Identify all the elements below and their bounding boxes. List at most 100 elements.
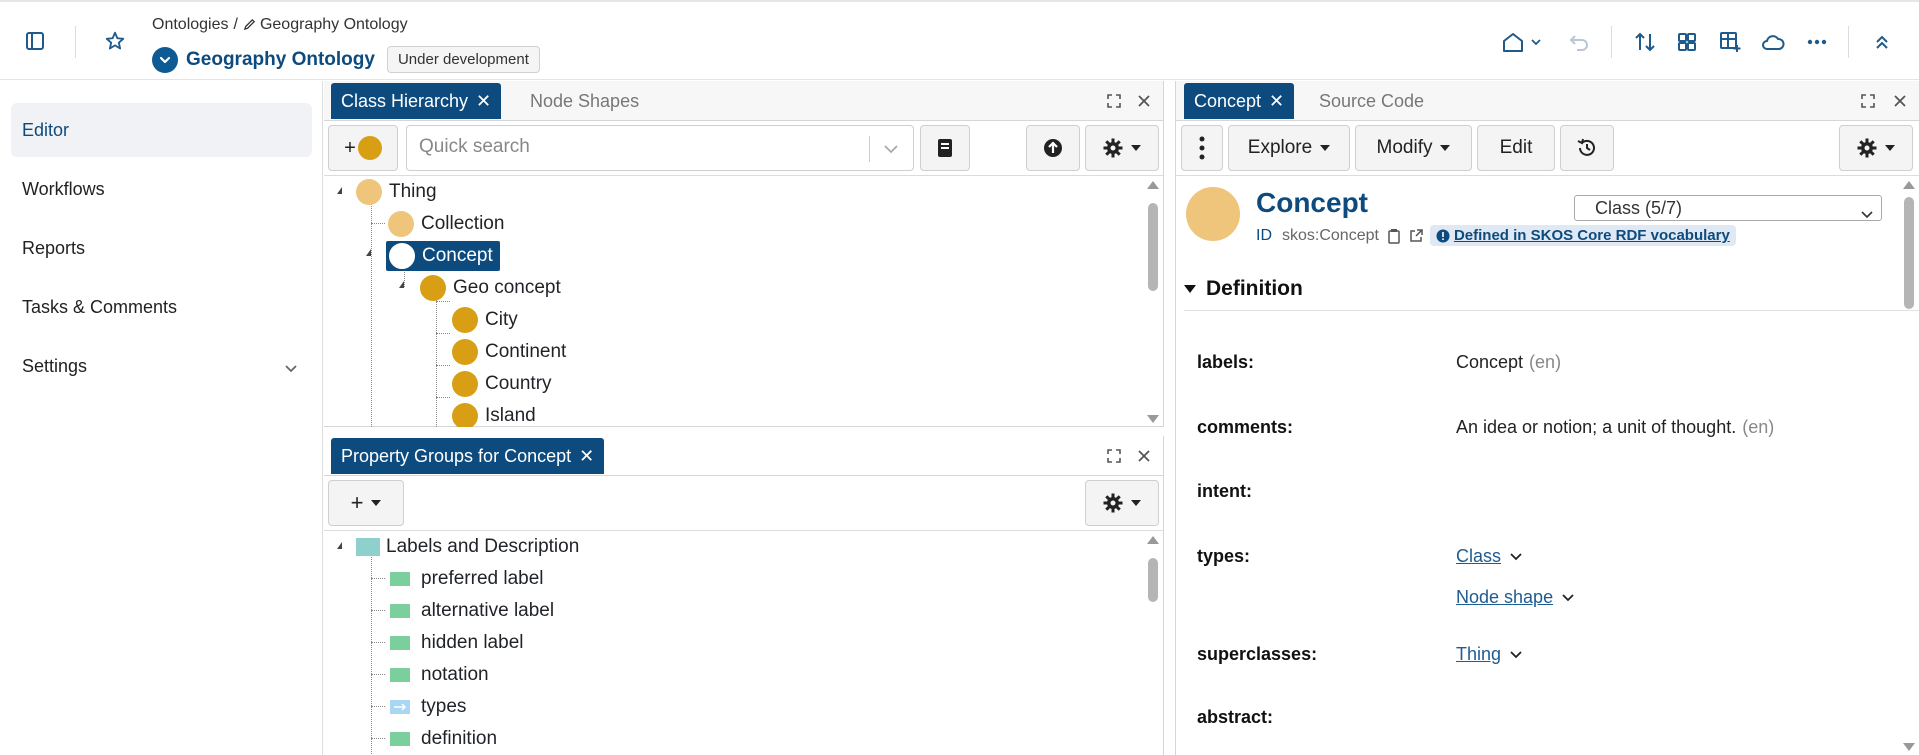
- type-link-class[interactable]: Class: [1456, 546, 1501, 567]
- grid-icon[interactable]: [1675, 30, 1699, 54]
- tree-node-country[interactable]: Country: [452, 371, 555, 397]
- edit-button[interactable]: Edit: [1477, 125, 1555, 171]
- close-icon[interactable]: ✕: [476, 91, 491, 112]
- tree-node-collection[interactable]: Collection: [388, 211, 507, 237]
- tree-node-hidden-label[interactable]: hidden label: [390, 630, 526, 656]
- defined-in-badge[interactable]: Defined in SKOS Core RDF vocabulary: [1429, 225, 1736, 246]
- tree-node-continent[interactable]: Continent: [452, 339, 569, 365]
- chevron-down-icon[interactable]: [1509, 644, 1523, 665]
- settings-button[interactable]: [1085, 125, 1159, 171]
- sidebar-toggle-icon[interactable]: [24, 30, 46, 52]
- more-actions-button[interactable]: [1181, 125, 1223, 171]
- tree-node-label: Island: [485, 405, 536, 426]
- section-definition[interactable]: Definition: [1184, 267, 1919, 311]
- scroll-up-icon[interactable]: [1147, 536, 1159, 544]
- add-class-button[interactable]: +: [328, 125, 398, 171]
- chevron-down-icon[interactable]: [1509, 546, 1523, 567]
- chevron-down-icon[interactable]: [1530, 36, 1542, 48]
- class-select[interactable]: Class (5/7): [1574, 195, 1882, 221]
- sidebar-item-reports[interactable]: Reports: [11, 221, 312, 275]
- undo-icon[interactable]: [1567, 30, 1591, 54]
- tab-class-hierarchy[interactable]: Class Hierarchy ✕: [331, 83, 502, 119]
- external-link-icon[interactable]: [1409, 228, 1424, 243]
- tab-label: Concept: [1194, 90, 1262, 111]
- close-icon[interactable]: [1134, 91, 1154, 111]
- tree-node-concept[interactable]: Concept: [386, 241, 500, 271]
- settings-button[interactable]: [1085, 480, 1159, 526]
- settings-button[interactable]: [1839, 125, 1913, 171]
- scrollbar-thumb[interactable]: [1904, 197, 1914, 309]
- type-link-node-shape[interactable]: Node shape: [1456, 587, 1553, 608]
- sidebar-item-editor[interactable]: Editor: [11, 103, 312, 157]
- scroll-down-icon[interactable]: [1903, 743, 1915, 751]
- chevron-down-icon[interactable]: [1561, 587, 1575, 608]
- class-icon: [452, 339, 478, 365]
- scrollbar[interactable]: [1145, 177, 1161, 427]
- tree-node-preferred-label[interactable]: preferred label: [390, 566, 547, 592]
- status-badge: Under development: [386, 46, 540, 73]
- tab-node-shapes[interactable]: Node Shapes: [520, 83, 649, 119]
- maximize-icon[interactable]: [1858, 91, 1878, 111]
- scrollbar-thumb[interactable]: [1148, 203, 1158, 291]
- copy-icon[interactable]: [1387, 228, 1401, 244]
- tree-node-label: Country: [485, 373, 552, 394]
- home-icon[interactable]: [1500, 30, 1526, 54]
- tree-node-definition[interactable]: definition: [390, 726, 500, 752]
- tree-line: [436, 287, 437, 427]
- add-property-button[interactable]: +: [328, 480, 404, 526]
- tab-concept[interactable]: Concept ✕: [1184, 83, 1295, 119]
- quick-search-input[interactable]: [419, 136, 859, 158]
- breadcrumb-root[interactable]: Ontologies: [152, 16, 229, 33]
- explore-button[interactable]: Explore: [1228, 125, 1350, 171]
- expand-toggle[interactable]: [399, 281, 404, 288]
- sidebar-item-tasks-comments[interactable]: Tasks & Comments: [11, 280, 312, 334]
- field-label-types: types:: [1197, 546, 1251, 566]
- sort-icon[interactable]: [1633, 30, 1657, 54]
- project-title[interactable]: Geography Ontology: [186, 49, 375, 71]
- add-table-icon[interactable]: [1718, 30, 1742, 54]
- collapse-up-icon[interactable]: [1871, 30, 1893, 54]
- superclass-link-thing[interactable]: Thing: [1456, 644, 1501, 665]
- close-icon[interactable]: ✕: [579, 446, 594, 467]
- sidebar-item-settings[interactable]: Settings: [11, 339, 312, 393]
- tree-node-alternative-label[interactable]: alternative label: [390, 598, 557, 624]
- more-icon[interactable]: [1805, 30, 1829, 54]
- cloud-icon[interactable]: [1760, 30, 1786, 54]
- chevron-down-icon[interactable]: [883, 142, 899, 160]
- scrollbar-thumb[interactable]: [1148, 558, 1158, 602]
- star-icon[interactable]: [103, 30, 127, 52]
- book-button[interactable]: [920, 125, 970, 171]
- sidebar-item-workflows[interactable]: Workflows: [11, 162, 312, 216]
- tab-property-groups[interactable]: Property Groups for Concept ✕: [331, 438, 605, 474]
- breadcrumb-current: Geography Ontology: [259, 16, 408, 33]
- expand-toggle[interactable]: [337, 542, 342, 549]
- scroll-down-icon[interactable]: [1147, 415, 1159, 423]
- upload-button[interactable]: [1026, 125, 1080, 171]
- class-toolbar: +: [324, 121, 1163, 176]
- maximize-icon[interactable]: [1104, 91, 1124, 111]
- explore-label: Explore: [1247, 137, 1313, 158]
- tab-source-code[interactable]: Source Code: [1309, 83, 1434, 119]
- tree-node-geo-concept[interactable]: Geo concept: [420, 275, 564, 301]
- tree-node-thing[interactable]: Thing: [356, 179, 440, 205]
- scrollbar[interactable]: [1901, 177, 1917, 755]
- expand-toggle[interactable]: [366, 249, 371, 256]
- tree-node-island[interactable]: Island: [452, 403, 539, 427]
- maximize-icon[interactable]: [1104, 446, 1124, 466]
- tree-line: [371, 552, 372, 755]
- quick-search-box[interactable]: [406, 125, 914, 171]
- tree-node-labels-and-description[interactable]: Labels and Description: [356, 534, 582, 560]
- modify-button[interactable]: Modify: [1355, 125, 1472, 171]
- tree-node-city[interactable]: City: [452, 307, 521, 333]
- tree-node-notation[interactable]: notation: [390, 662, 492, 688]
- scroll-up-icon[interactable]: [1147, 181, 1159, 189]
- close-icon[interactable]: ✕: [1269, 91, 1284, 112]
- chevron-down-icon[interactable]: [152, 46, 178, 73]
- tree-node-types[interactable]: types: [390, 694, 469, 720]
- close-icon[interactable]: [1890, 91, 1910, 111]
- expand-toggle[interactable]: [337, 187, 342, 194]
- scrollbar[interactable]: [1145, 532, 1161, 755]
- scroll-up-icon[interactable]: [1903, 181, 1915, 189]
- close-icon[interactable]: [1134, 446, 1154, 466]
- history-button[interactable]: [1560, 125, 1614, 171]
